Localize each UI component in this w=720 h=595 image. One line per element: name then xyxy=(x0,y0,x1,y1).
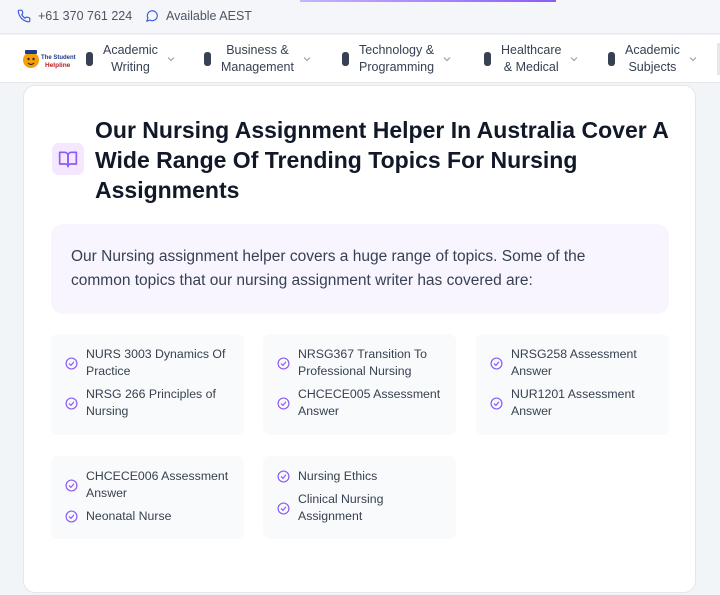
check-circle-icon xyxy=(490,356,503,370)
topic-label: NURS 3003 Dynamics Of Practice xyxy=(86,347,226,378)
topic-item: Neonatal Nurse xyxy=(65,508,232,525)
phone-icon xyxy=(17,9,31,23)
check-circle-icon xyxy=(277,356,290,370)
check-circle-icon xyxy=(65,356,78,370)
topic-item: NURS 3003 Dynamics Of Practice xyxy=(65,346,232,380)
check-circle-icon xyxy=(490,396,503,410)
logo-text-line2: Helpline xyxy=(45,62,71,69)
topic-label: Nursing Ethics xyxy=(298,469,378,483)
topic-group-card: Nursing Ethics Clinical Nursing Assignme… xyxy=(263,456,456,539)
nav-marker-icon xyxy=(608,51,615,66)
nav-academic-subjects[interactable]: Academic Subjects xyxy=(608,42,697,75)
site-logo[interactable]: The Student Helpline xyxy=(20,43,76,75)
nav-healthcare-medical[interactable]: Healthcare & Medical xyxy=(484,42,578,75)
check-circle-icon xyxy=(65,396,78,410)
topic-label: NRSG258 Assessment Answer xyxy=(511,347,637,378)
check-circle-icon xyxy=(65,510,78,523)
topic-label: NUR1201 Assessment Answer xyxy=(511,387,635,418)
availability-text: Available AEST xyxy=(166,9,252,23)
topic-item: CHCECE006 Assessment Answer xyxy=(65,468,232,502)
nav-label: Academic Subjects xyxy=(625,43,680,74)
topic-group-card: NRSG367 Transition To Professional Nursi… xyxy=(263,334,456,435)
topic-item: NUR1201 Assessment Answer xyxy=(490,386,657,420)
intro-text: Our Nursing assignment helper covers a h… xyxy=(71,248,586,289)
topic-label: Clinical Nursing Assignment xyxy=(298,492,384,523)
topic-group-card: NRSG258 Assessment Answer NUR1201 Assess… xyxy=(476,334,669,435)
nav-label: Healthcare & Medical xyxy=(501,43,562,74)
topic-item: CHCECE005 Assessment Answer xyxy=(277,386,444,420)
topic-label: Neonatal Nurse xyxy=(86,509,172,523)
nav-marker-icon xyxy=(484,51,491,66)
topic-item: Clinical Nursing Assignment xyxy=(277,491,444,525)
topic-group-card: CHCECE006 Assessment Answer Neonatal Nur… xyxy=(51,456,244,539)
logo-graphic: The Student Helpline xyxy=(23,50,76,69)
topic-group-card: NURS 3003 Dynamics Of Practice NRSG 266 … xyxy=(51,334,244,435)
topic-item: NRSG258 Assessment Answer xyxy=(490,346,657,380)
check-circle-icon xyxy=(65,478,78,492)
availability-status: Available AEST xyxy=(145,9,252,23)
nav-label: Technology & Programming xyxy=(359,43,435,74)
chevron-down-icon xyxy=(689,56,697,61)
chevron-down-icon xyxy=(167,56,175,61)
topic-item: Nursing Ethics xyxy=(277,468,444,485)
topic-label: NRSG 266 Principles of Nursing xyxy=(86,387,216,418)
check-circle-icon xyxy=(277,396,290,410)
logo-text-line1: The Student xyxy=(41,55,76,61)
chevron-down-icon xyxy=(303,56,311,61)
nav-marker-icon xyxy=(86,51,93,66)
phone-number: +61 370 761 224 xyxy=(38,9,133,23)
phone-link[interactable]: +61 370 761 224 xyxy=(17,9,132,23)
title-icon-badge xyxy=(52,143,84,175)
nav-label: Business & Management xyxy=(221,43,294,74)
chevron-down-icon xyxy=(571,56,578,61)
check-circle-icon xyxy=(277,470,290,483)
open-book-icon xyxy=(58,151,78,168)
topic-item: NRSG 266 Principles of Nursing xyxy=(65,386,232,420)
topic-item: NRSG367 Transition To Professional Nursi… xyxy=(277,346,444,380)
nav-marker-icon xyxy=(342,51,349,66)
topic-label: NRSG367 Transition To Professional Nursi… xyxy=(298,347,427,378)
section-title: Our Nursing Assignment Helper In Austral… xyxy=(95,117,668,203)
nav-academic-writing[interactable]: Academic Writing xyxy=(86,42,175,75)
top-accent-line xyxy=(300,0,556,2)
main-navigation: The Student Helpline Academic Writing Bu… xyxy=(0,35,720,83)
nav-marker-icon xyxy=(204,51,211,66)
nav-technology-programming[interactable]: Technology & Programming xyxy=(342,42,451,75)
topic-label: CHCECE005 Assessment Answer xyxy=(298,387,441,418)
chevron-down-icon xyxy=(443,56,451,61)
topics-section-card: Our Nursing Assignment Helper In Austral… xyxy=(23,85,696,593)
topic-label: CHCECE006 Assessment Answer xyxy=(86,469,229,500)
top-contact-bar: +61 370 761 224 Available AEST xyxy=(0,0,720,34)
intro-box: Our Nursing assignment helper covers a h… xyxy=(51,224,669,314)
check-circle-icon xyxy=(277,501,290,515)
chat-bubble-icon xyxy=(146,10,158,22)
nav-label: Academic Writing xyxy=(103,43,158,74)
nav-business-management[interactable]: Business & Management xyxy=(204,42,311,75)
